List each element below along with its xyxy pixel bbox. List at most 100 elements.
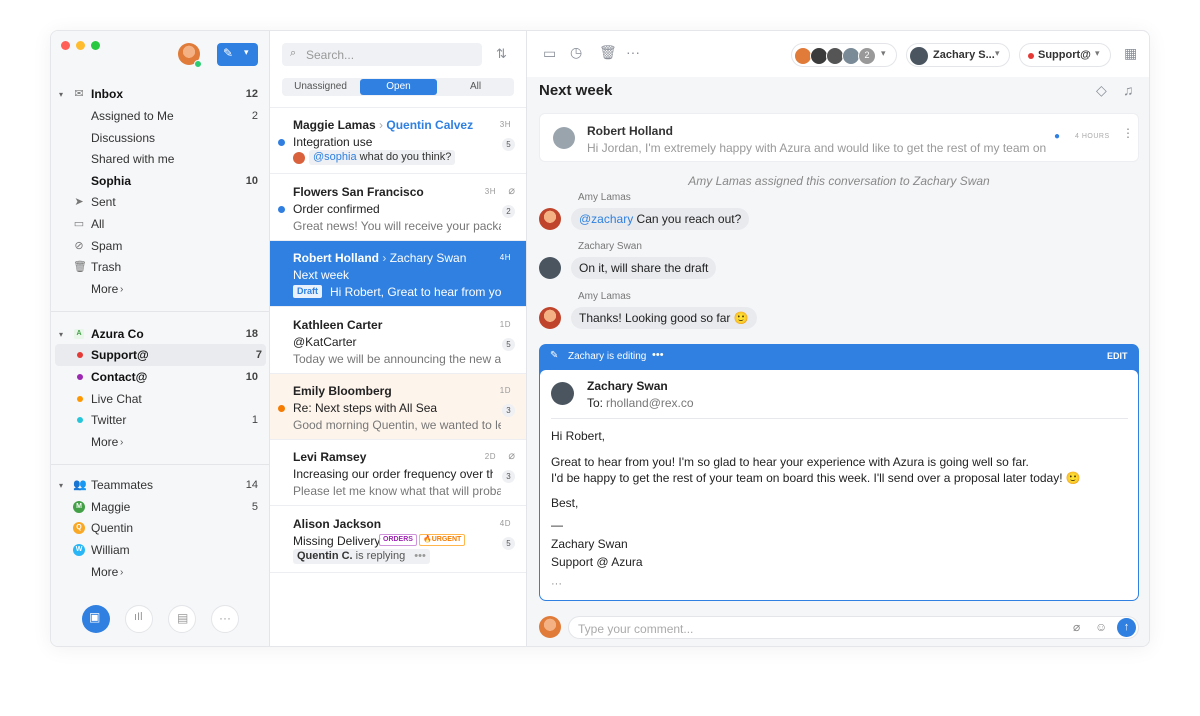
unread-dot [278, 206, 285, 213]
conversation-preview: Today we will be announcing the new a... [293, 352, 501, 366]
conversation-count: 3 [502, 404, 515, 417]
emoji-icon[interactable]: ☺ [1095, 620, 1107, 634]
sidebar-item-quentin[interactable]: Q Quentin [51, 517, 266, 539]
conversation-card[interactable]: Alison Jackson 4D Missing Delivery ORDER… [270, 507, 526, 573]
sidebar-item-label: Azura Co [91, 327, 144, 341]
sidebar-more-team[interactable]: More › [51, 431, 266, 453]
conversation-assignee: Zachary Swan [389, 251, 467, 265]
conversation-subject: Increasing our order frequency over the.… [293, 467, 493, 481]
collapse-chevron-icon[interactable]: ▾ [59, 330, 63, 339]
conversation-card[interactable]: Kathleen Carter 1D @KatCarter 5 Today we… [270, 308, 526, 374]
sidebar-item-teammates[interactable]: ▾ 👥 Teammates 14 [51, 474, 266, 496]
nav-contacts-button[interactable]: ▤ [168, 605, 196, 633]
conversation-count: 5 [502, 537, 515, 550]
sidebar-item-azura-co[interactable]: ▾ A Azura Co 18 [51, 323, 266, 345]
conversation-subject: Re: Next steps with All Sea [293, 401, 438, 415]
tab-all[interactable]: All [437, 81, 514, 92]
chevron-down-icon[interactable]: ▾ [244, 47, 249, 58]
unread-dot [278, 405, 285, 412]
attachment-icon: ⌀ [508, 185, 515, 197]
comment-bubble: @zachary Can you reach out? [571, 208, 750, 230]
tab-unassigned[interactable]: Unassigned [282, 81, 359, 92]
sidebar-item-contact[interactable]: Contact@ 10 [51, 366, 266, 388]
sidebar-item-support[interactable]: Support@ 7 [55, 344, 266, 366]
sidebar-item-sent[interactable]: ➤ Sent [51, 191, 266, 213]
sidebar-item-assigned[interactable]: Assigned to Me 2 [51, 105, 266, 127]
sender-avatar [553, 127, 575, 149]
sort-icon[interactable]: ⇅ [496, 46, 507, 62]
system-note: Amy Lamas assigned this conversation to … [688, 174, 990, 188]
sidebar-item-live-chat[interactable]: Live Chat [51, 388, 266, 410]
tab-open[interactable]: Open [360, 79, 437, 95]
sidebar-item-label: Quentin [91, 521, 134, 535]
mute-icon[interactable]: ♫ [1123, 82, 1134, 98]
conversation-card[interactable]: Maggie Lamas › Quentin Calvez 3H Integra… [270, 108, 526, 174]
message-more-icon[interactable]: ⋮ [1122, 126, 1134, 140]
edit-button[interactable]: EDIT [1107, 351, 1128, 361]
sidebar-item-spam[interactable]: ⊘ Spam [51, 235, 266, 257]
sidebar-item-count: 10 [245, 371, 258, 383]
search-input[interactable]: ⌕ Search... [282, 43, 482, 66]
participant-extra-count: 2 [858, 47, 876, 65]
editing-icon: ✎ [550, 350, 559, 361]
trash-icon[interactable]: 🗑 [599, 44, 617, 61]
sidebar-item-william[interactable]: W William [51, 539, 266, 561]
draft-editor[interactable]: ✎ Zachary is editing ••• EDIT Zachary Sw… [539, 344, 1139, 601]
sidebar-item-trash[interactable]: 🗑 Trash [51, 256, 266, 278]
participants-group[interactable]: 2 ▾ [791, 43, 897, 67]
conversation-preview: Hi Robert, Great to hear from yo... [330, 285, 502, 299]
conversation-sender: Alison Jackson [293, 517, 382, 531]
compose-button[interactable]: ✎ ▾ [217, 43, 258, 66]
inbox-color-dot [1028, 53, 1034, 59]
fire-icon: 🔥 [423, 536, 432, 543]
nav-more-button[interactable]: ··· [211, 605, 239, 633]
sidebar-item-sophia[interactable]: Sophia 10 [51, 170, 266, 192]
nav-analytics-button[interactable]: ıIl [125, 605, 153, 633]
chevron-right-icon: › [120, 566, 124, 578]
assignee-dropdown[interactable]: Zachary S... ▾ [906, 43, 1010, 67]
conversation-card-selected[interactable]: Robert Holland › Zachary Swan 4H Next we… [270, 241, 526, 307]
snooze-clock-icon[interactable]: ◷ [570, 44, 582, 61]
archive-icon: ▭ [73, 218, 85, 230]
sidebar-more-inbox[interactable]: More › [51, 278, 266, 300]
comment-input[interactable]: Type your comment... ⌀ ☺ ↑ [568, 616, 1139, 639]
conversation-card[interactable]: Flowers San Francisco 3H ⌀ Order confirm… [270, 175, 526, 241]
show-quoted-icon[interactable]: ··· [551, 578, 562, 590]
minimize-window-button[interactable] [76, 41, 85, 50]
sidebar-more-teammates[interactable]: More › [51, 561, 266, 583]
conversation-card[interactable]: Levi Ramsey 2D ⌀ Increasing our order fr… [270, 440, 526, 506]
conversation-card[interactable]: Emily Bloomberg 1D Re: Next steps with A… [270, 374, 526, 440]
comment-author: Amy Lamas [578, 192, 631, 203]
eye-icon: ● [1054, 131, 1061, 142]
close-window-button[interactable] [61, 41, 70, 50]
more-icon[interactable]: ··· [626, 44, 640, 60]
sidebar-item-maggie[interactable]: M Maggie 5 [51, 496, 266, 518]
archive-icon[interactable]: ▭ [543, 45, 556, 62]
inbox-name: Support@ [1038, 49, 1091, 61]
spam-icon: ⊘ [74, 240, 84, 252]
send-button[interactable]: ↑ [1117, 618, 1136, 637]
sidebar-item-discussions[interactable]: Discussions [51, 127, 266, 149]
nav-inbox-button[interactable]: ▣ [82, 605, 110, 633]
people-icon: 👥 [73, 479, 87, 491]
chevron-down-icon: ▾ [1095, 48, 1100, 58]
sidebar-item-label: All [91, 217, 105, 231]
conversation-time: 2D [484, 452, 496, 461]
attachment-icon[interactable]: ⌀ [1073, 620, 1080, 634]
sidebar-item-shared[interactable]: Shared with me [51, 148, 266, 170]
tag-icon[interactable]: ◇ [1096, 82, 1107, 99]
conversation-preview: Good morning Quentin, we wanted to le... [293, 418, 501, 432]
sidebar-item-inbox[interactable]: ▾ ✉ Inbox 12 [51, 83, 266, 105]
sidebar-item-twitter[interactable]: Twitter 1 [51, 409, 266, 431]
draft-body-line: Great to hear from you! I'm so glad to h… [551, 455, 1029, 469]
zoom-window-button[interactable] [91, 41, 100, 50]
sidebar-item-all[interactable]: ▭ All [51, 213, 266, 235]
typing-dots-icon: ••• [414, 550, 426, 562]
collapse-chevron-icon[interactable]: ▾ [59, 90, 63, 99]
collapse-chevron-icon[interactable]: ▾ [59, 481, 63, 490]
sidebar-toggle-icon[interactable]: ▦ [1124, 45, 1137, 62]
assignee-avatar [910, 47, 928, 65]
teammate-initial-badge: Q [73, 522, 85, 534]
inbox-dropdown[interactable]: Support@ ▾ [1019, 43, 1111, 67]
message-card[interactable]: Robert Holland Hi Jordan, I'm extremely … [539, 113, 1139, 162]
